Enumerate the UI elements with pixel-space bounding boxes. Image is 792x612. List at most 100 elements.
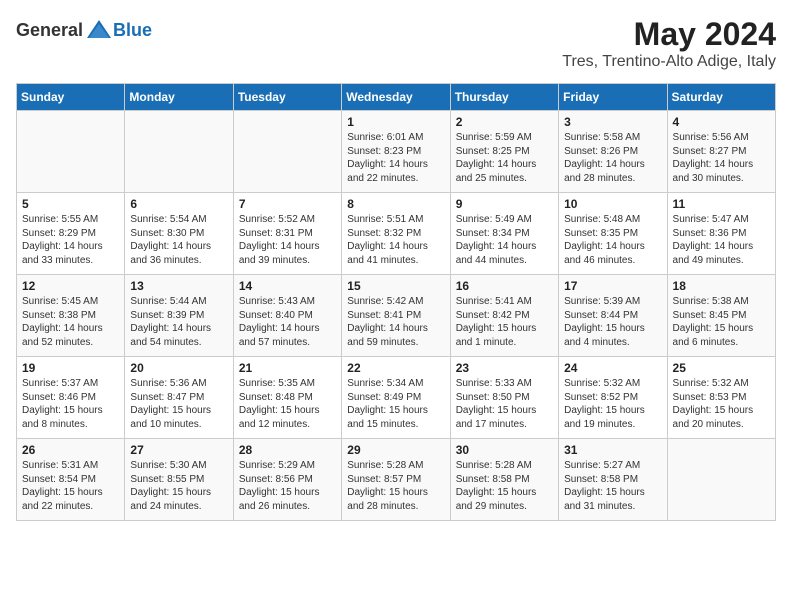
calendar-cell bbox=[125, 111, 233, 193]
day-number: 5 bbox=[22, 197, 119, 211]
calendar-cell: 14 Sunrise: 5:43 AM Sunset: 8:40 PM Dayli… bbox=[233, 275, 341, 357]
day-number: 21 bbox=[239, 361, 336, 375]
calendar-cell: 8Sunrise: 5:51 AM Sunset: 8:32 PM Daylig… bbox=[342, 193, 450, 275]
calendar-cell: 2 Sunrise: 5:59 AM Sunset: 8:25 PM Daylig… bbox=[450, 111, 558, 193]
calendar-week-row: 19Sunrise: 5:37 AM Sunset: 8:46 PM Dayli… bbox=[17, 357, 776, 439]
cell-info-text: Sunrise: 5:41 AM Sunset: 8:42 PM Dayligh… bbox=[456, 295, 553, 349]
cell-info-text: Sunrise: 5:43 AM Sunset: 8:40 PM Dayligh… bbox=[239, 295, 336, 349]
cell-info-text: Sunrise: 5:29 AM Sunset: 8:56 PM Dayligh… bbox=[239, 459, 336, 513]
calendar-cell bbox=[17, 111, 125, 193]
calendar-cell: 20 Sunrise: 5:36 AM Sunset: 8:47 PM Dayli… bbox=[125, 357, 233, 439]
calendar-cell: 28 Sunrise: 5:29 AM Sunset: 8:56 PM Dayli… bbox=[233, 439, 341, 521]
calendar-cell: 16 Sunrise: 5:41 AM Sunset: 8:42 PM Dayli… bbox=[450, 275, 558, 357]
location-label: Tres, Trentino-Alto Adige, Italy bbox=[562, 53, 776, 71]
day-number: 29 bbox=[347, 443, 444, 457]
month-year-title: May 2024 bbox=[562, 16, 776, 53]
cell-info-text: Sunrise: 5:39 AM Sunset: 8:44 PM Dayligh… bbox=[564, 295, 661, 349]
day-number: 3 bbox=[564, 115, 661, 129]
day-number: 7 bbox=[239, 197, 336, 211]
cell-info-text: Sunrise: 5:52 AM Sunset: 8:31 PM Dayligh… bbox=[239, 213, 336, 267]
day-number: 2 bbox=[456, 115, 553, 129]
cell-info-text: Sunrise: 5:35 AM Sunset: 8:48 PM Dayligh… bbox=[239, 377, 336, 431]
cell-info-text: Sunrise: 5:54 AM Sunset: 8:30 PM Dayligh… bbox=[130, 213, 227, 267]
cell-info-text: Sunrise: 5:49 AM Sunset: 8:34 PM Dayligh… bbox=[456, 213, 553, 267]
calendar-cell: 7 Sunrise: 5:52 AM Sunset: 8:31 PM Daylig… bbox=[233, 193, 341, 275]
cell-info-text: Sunrise: 5:32 AM Sunset: 8:53 PM Dayligh… bbox=[673, 377, 770, 431]
calendar-cell: 24Sunrise: 5:32 AM Sunset: 8:52 PM Dayli… bbox=[559, 357, 667, 439]
logo-blue: Blue bbox=[113, 20, 152, 41]
weekday-header-friday: Friday bbox=[559, 84, 667, 111]
calendar-cell: 6 Sunrise: 5:54 AM Sunset: 8:30 PM Daylig… bbox=[125, 193, 233, 275]
cell-info-text: Sunrise: 5:36 AM Sunset: 8:47 PM Dayligh… bbox=[130, 377, 227, 431]
day-number: 12 bbox=[22, 279, 119, 293]
cell-info-text: Sunrise: 5:37 AM Sunset: 8:46 PM Dayligh… bbox=[22, 377, 119, 431]
cell-info-text: Sunrise: 5:33 AM Sunset: 8:50 PM Dayligh… bbox=[456, 377, 553, 431]
cell-info-text: Sunrise: 5:44 AM Sunset: 8:39 PM Dayligh… bbox=[130, 295, 227, 349]
calendar-cell: 12 Sunrise: 5:45 AM Sunset: 8:38 PM Dayli… bbox=[17, 275, 125, 357]
calendar-cell: 29Sunrise: 5:28 AM Sunset: 8:57 PM Dayli… bbox=[342, 439, 450, 521]
calendar-week-row: 5 Sunrise: 5:55 AM Sunset: 8:29 PM Daylig… bbox=[17, 193, 776, 275]
calendar-cell bbox=[667, 439, 775, 521]
cell-info-text: Sunrise: 5:55 AM Sunset: 8:29 PM Dayligh… bbox=[22, 213, 119, 267]
day-number: 31 bbox=[564, 443, 661, 457]
cell-info-text: Sunrise: 5:27 AM Sunset: 8:58 PM Dayligh… bbox=[564, 459, 661, 513]
day-number: 22 bbox=[347, 361, 444, 375]
day-number: 18 bbox=[673, 279, 770, 293]
header: General Blue May 2024 Tres, Trentino-Alt… bbox=[16, 16, 776, 71]
day-number: 24 bbox=[564, 361, 661, 375]
calendar-cell: 26 Sunrise: 5:31 AM Sunset: 8:54 PM Dayli… bbox=[17, 439, 125, 521]
day-number: 25 bbox=[673, 361, 770, 375]
calendar-cell: 10 Sunrise: 5:48 AM Sunset: 8:35 PM Dayli… bbox=[559, 193, 667, 275]
calendar-table: SundayMondayTuesdayWednesdayThursdayFrid… bbox=[16, 83, 776, 521]
calendar-cell: 4Sunrise: 5:56 AM Sunset: 8:27 PM Daylig… bbox=[667, 111, 775, 193]
cell-info-text: Sunrise: 5:30 AM Sunset: 8:55 PM Dayligh… bbox=[130, 459, 227, 513]
calendar-week-row: 12 Sunrise: 5:45 AM Sunset: 8:38 PM Dayli… bbox=[17, 275, 776, 357]
cell-info-text: Sunrise: 5:28 AM Sunset: 8:58 PM Dayligh… bbox=[456, 459, 553, 513]
calendar-cell: 11 Sunrise: 5:47 AM Sunset: 8:36 PM Dayli… bbox=[667, 193, 775, 275]
calendar-cell: 25 Sunrise: 5:32 AM Sunset: 8:53 PM Dayli… bbox=[667, 357, 775, 439]
weekday-header-row: SundayMondayTuesdayWednesdayThursdayFrid… bbox=[17, 84, 776, 111]
cell-info-text: Sunrise: 5:45 AM Sunset: 8:38 PM Dayligh… bbox=[22, 295, 119, 349]
day-number: 28 bbox=[239, 443, 336, 457]
day-number: 13 bbox=[130, 279, 227, 293]
weekday-header-monday: Monday bbox=[125, 84, 233, 111]
calendar-cell: 1Sunrise: 6:01 AM Sunset: 8:23 PM Daylig… bbox=[342, 111, 450, 193]
calendar-week-row: 26 Sunrise: 5:31 AM Sunset: 8:54 PM Dayli… bbox=[17, 439, 776, 521]
logo-icon bbox=[85, 16, 113, 44]
weekday-header-saturday: Saturday bbox=[667, 84, 775, 111]
cell-info-text: Sunrise: 6:01 AM Sunset: 8:23 PM Dayligh… bbox=[347, 131, 444, 185]
day-number: 16 bbox=[456, 279, 553, 293]
calendar-cell: 30 Sunrise: 5:28 AM Sunset: 8:58 PM Dayli… bbox=[450, 439, 558, 521]
calendar-cell: 18 Sunrise: 5:38 AM Sunset: 8:45 PM Dayli… bbox=[667, 275, 775, 357]
day-number: 20 bbox=[130, 361, 227, 375]
calendar-cell: 27Sunrise: 5:30 AM Sunset: 8:55 PM Dayli… bbox=[125, 439, 233, 521]
day-number: 6 bbox=[130, 197, 227, 211]
cell-info-text: Sunrise: 5:59 AM Sunset: 8:25 PM Dayligh… bbox=[456, 131, 553, 185]
title-area: May 2024 Tres, Trentino-Alto Adige, Ital… bbox=[562, 16, 776, 71]
calendar-cell: 23 Sunrise: 5:33 AM Sunset: 8:50 PM Dayli… bbox=[450, 357, 558, 439]
day-number: 14 bbox=[239, 279, 336, 293]
calendar-cell: 17Sunrise: 5:39 AM Sunset: 8:44 PM Dayli… bbox=[559, 275, 667, 357]
day-number: 30 bbox=[456, 443, 553, 457]
weekday-header-thursday: Thursday bbox=[450, 84, 558, 111]
calendar-cell: 31 Sunrise: 5:27 AM Sunset: 8:58 PM Dayli… bbox=[559, 439, 667, 521]
cell-info-text: Sunrise: 5:58 AM Sunset: 8:26 PM Dayligh… bbox=[564, 131, 661, 185]
cell-info-text: Sunrise: 5:47 AM Sunset: 8:36 PM Dayligh… bbox=[673, 213, 770, 267]
calendar-cell: 21 Sunrise: 5:35 AM Sunset: 8:48 PM Dayli… bbox=[233, 357, 341, 439]
cell-info-text: Sunrise: 5:31 AM Sunset: 8:54 PM Dayligh… bbox=[22, 459, 119, 513]
day-number: 11 bbox=[673, 197, 770, 211]
calendar-cell bbox=[233, 111, 341, 193]
day-number: 23 bbox=[456, 361, 553, 375]
day-number: 26 bbox=[22, 443, 119, 457]
calendar-cell: 3 Sunrise: 5:58 AM Sunset: 8:26 PM Daylig… bbox=[559, 111, 667, 193]
day-number: 9 bbox=[456, 197, 553, 211]
calendar-cell: 19Sunrise: 5:37 AM Sunset: 8:46 PM Dayli… bbox=[17, 357, 125, 439]
cell-info-text: Sunrise: 5:48 AM Sunset: 8:35 PM Dayligh… bbox=[564, 213, 661, 267]
cell-info-text: Sunrise: 5:51 AM Sunset: 8:32 PM Dayligh… bbox=[347, 213, 444, 267]
weekday-header-tuesday: Tuesday bbox=[233, 84, 341, 111]
cell-info-text: Sunrise: 5:38 AM Sunset: 8:45 PM Dayligh… bbox=[673, 295, 770, 349]
day-number: 10 bbox=[564, 197, 661, 211]
calendar-cell: 9 Sunrise: 5:49 AM Sunset: 8:34 PM Daylig… bbox=[450, 193, 558, 275]
logo-general: General bbox=[16, 20, 83, 41]
cell-info-text: Sunrise: 5:34 AM Sunset: 8:49 PM Dayligh… bbox=[347, 377, 444, 431]
